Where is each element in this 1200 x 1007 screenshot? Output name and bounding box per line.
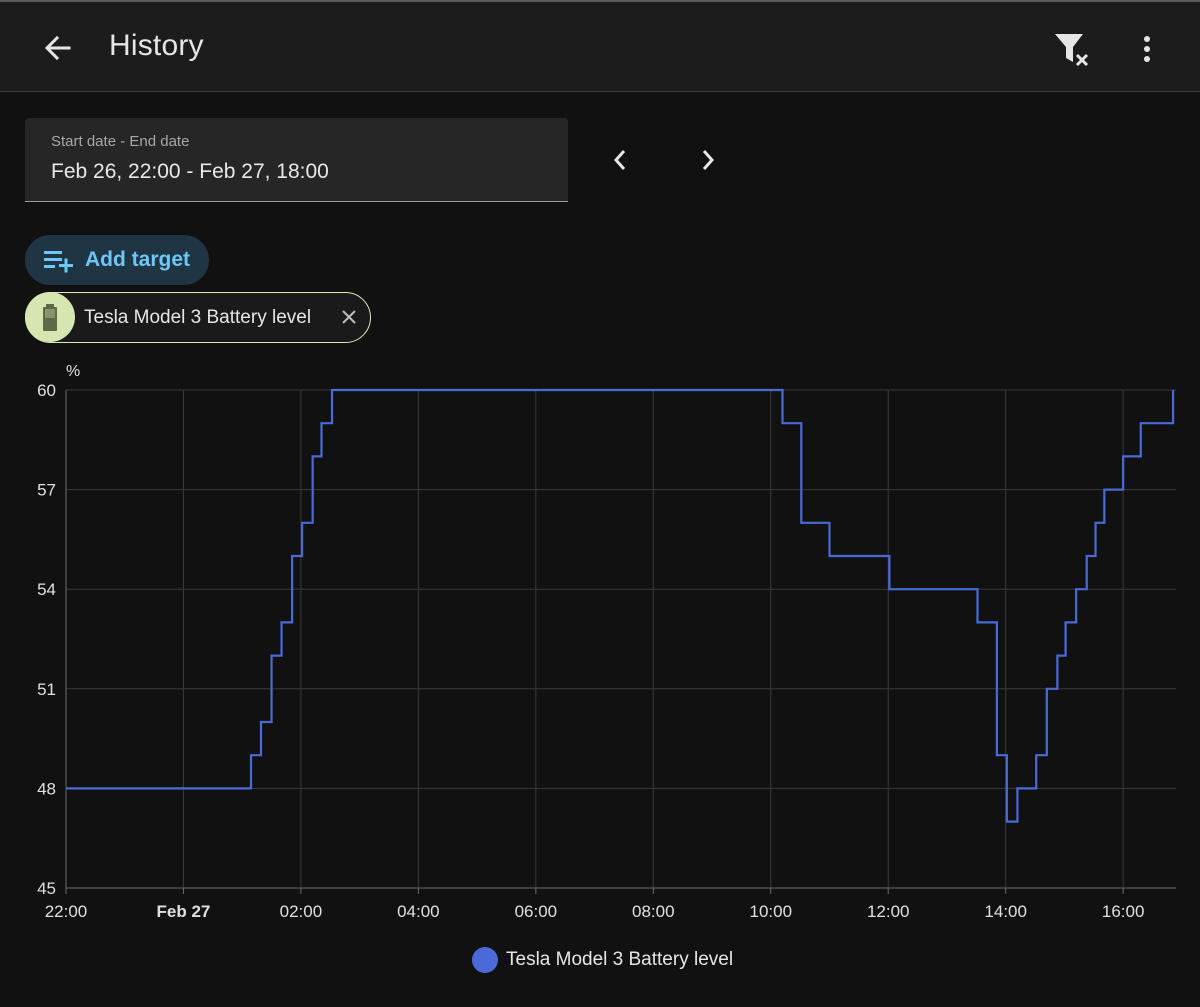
entity-chip[interactable]: Tesla Model 3 Battery level — [25, 292, 371, 343]
y-tick-label: 60 — [37, 381, 56, 400]
date-range-value: Feb 26, 22:00 - Feb 27, 18:00 — [51, 160, 329, 183]
history-chart: 45 48 51 54 57 60 22:00 Feb 27 02:00 04:00 06:00 08… — [0, 355, 1200, 1007]
chart-svg: 45 48 51 54 57 60 22:00 Feb 27 02:00 04:00 06:00 08… — [37, 363, 1176, 921]
chip-avatar — [25, 292, 75, 342]
battery-icon — [43, 304, 57, 331]
y-tick-label: 51 — [37, 680, 56, 699]
close-icon — [342, 310, 356, 324]
chevron-right-icon — [702, 150, 715, 170]
add-target-label: Add target — [85, 248, 190, 271]
x-tick-label: 06:00 — [515, 902, 558, 921]
x-tick-label: 22:00 — [45, 902, 88, 921]
x-tick-label: 14:00 — [984, 902, 1027, 921]
more-options-button[interactable] — [1126, 28, 1170, 72]
x-tick-label: 12:00 — [867, 902, 910, 921]
y-axis-unit-label: % — [66, 363, 80, 380]
page-title: History — [109, 29, 204, 62]
top-app-bar: History — [0, 0, 1200, 92]
x-tick-label: 02:00 — [280, 902, 323, 921]
arrow-left-icon — [44, 35, 71, 61]
chevron-left-icon — [613, 150, 626, 170]
y-tick-label: 48 — [37, 779, 56, 798]
filter-remove-icon — [1055, 34, 1089, 67]
x-tick-label: 04:00 — [397, 902, 440, 921]
date-range-label: Start date - End date — [51, 133, 190, 150]
date-range-picker[interactable]: Start date - End date Feb 26, 22:00 - Fe… — [25, 118, 568, 202]
add-target-button[interactable]: Add target — [25, 235, 209, 285]
playlist-plus-icon — [44, 251, 73, 273]
previous-range-button[interactable] — [598, 138, 642, 182]
y-tick-label: 54 — [37, 580, 56, 599]
x-tick-label: 08:00 — [632, 902, 675, 921]
x-tick-label: Feb 27 — [157, 902, 211, 921]
x-tick-label: 10:00 — [749, 902, 792, 921]
clear-filter-button[interactable] — [1050, 28, 1094, 72]
legend-label: Tesla Model 3 Battery level — [506, 949, 734, 970]
y-tick-label: 57 — [37, 481, 56, 500]
remove-entity-button[interactable] — [338, 306, 360, 328]
dots-vertical-icon — [1144, 36, 1150, 62]
entity-chip-label: Tesla Model 3 Battery level — [84, 307, 312, 328]
y-tick-label: 45 — [37, 879, 56, 898]
x-tick-label: 16:00 — [1102, 902, 1145, 921]
series-line — [66, 388, 1175, 823]
legend-swatch — [472, 947, 498, 973]
next-range-button[interactable] — [686, 138, 730, 182]
back-button[interactable] — [36, 26, 80, 70]
